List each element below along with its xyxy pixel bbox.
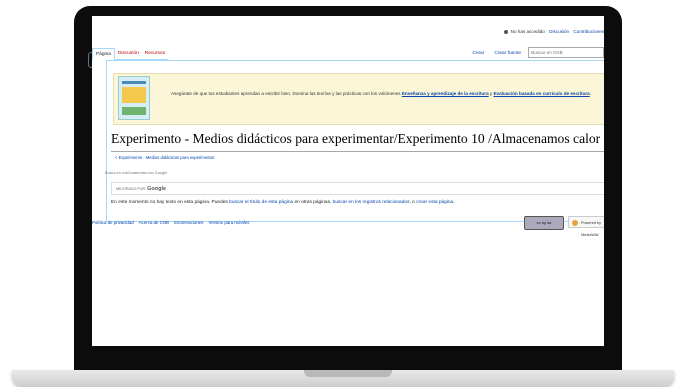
content-area: Asegúrate de que tus estudiantes aprenda… (105, 60, 604, 222)
tab-discussion[interactable]: Discusión (114, 48, 142, 60)
banner: Asegúrate de que tus estudiantes aprenda… (113, 73, 604, 125)
discussion-link[interactable]: Discusión (549, 29, 569, 34)
footer-about-link[interactable]: Acerca de CNB (139, 220, 169, 225)
mediawiki-badge[interactable]: Powered by MediaWiki (568, 216, 604, 237)
google-search-label: Busca en cnbGuatemala con Google (105, 171, 168, 175)
banner-link-evaluation[interactable]: Evaluación basada en currículo de escrit… (493, 91, 589, 96)
laptop-notch (304, 370, 392, 377)
powered-by-google: MEJORADO POR Google (116, 186, 167, 192)
tab-page[interactable]: Página (92, 48, 115, 60)
create-page-link[interactable]: crear esta página (416, 200, 453, 205)
tabs-right: Crear Crear fuente Buscar en CNB (469, 47, 604, 58)
page-title: Experimento - Medios didácticos para exp… (111, 131, 601, 146)
tab-create[interactable]: Crear (469, 48, 487, 58)
banner-link-writing[interactable]: Enseñanza y aprendizaje de la escritura (402, 91, 489, 96)
mediawiki-flower-icon (572, 220, 578, 226)
cc-license-badge[interactable]: cc by sa (524, 216, 564, 230)
personal-bar: No has accedido Discusión Contribuciones (504, 29, 604, 34)
title-divider (111, 151, 604, 152)
search-title-link[interactable]: buscar el título de esta página (229, 200, 293, 205)
not-logged-text: No has accedido (510, 29, 545, 34)
contributions-link[interactable]: Contribuciones (573, 29, 604, 34)
book-cover-image[interactable] (118, 76, 150, 120)
banner-text: Asegúrate de que tus estudiantes aprenda… (170, 91, 592, 96)
google-search-input[interactable]: MEJORADO POR Google (111, 182, 604, 195)
subpage-link[interactable]: < Experimento - Medios didácticos para e… (115, 155, 214, 160)
google-logo: Google (147, 186, 167, 192)
search-input[interactable]: Buscar en CNB (528, 47, 604, 58)
tab-resources[interactable]: Recursos (141, 48, 168, 60)
footer-privacy-link[interactable]: Política de privacidad (92, 220, 134, 225)
user-icon (504, 29, 509, 34)
no-text-notice: En este momento no hay texto en esta pág… (111, 200, 455, 205)
footer-links: Política de privacidad Acerca de CNB Exo… (92, 220, 253, 225)
tab-create-source[interactable]: Crear fuente (491, 48, 524, 58)
screen: No has accedido Discusión Contribuciones… (92, 16, 604, 346)
footer-disclaimers-link[interactable]: Exoneraciones (174, 220, 203, 225)
footer-mobile-link[interactable]: Versión para móviles (209, 220, 250, 225)
tabs-left: Página Discusión Recursos (92, 48, 168, 60)
search-logs-link[interactable]: buscar en los registros relacionados (333, 200, 410, 205)
